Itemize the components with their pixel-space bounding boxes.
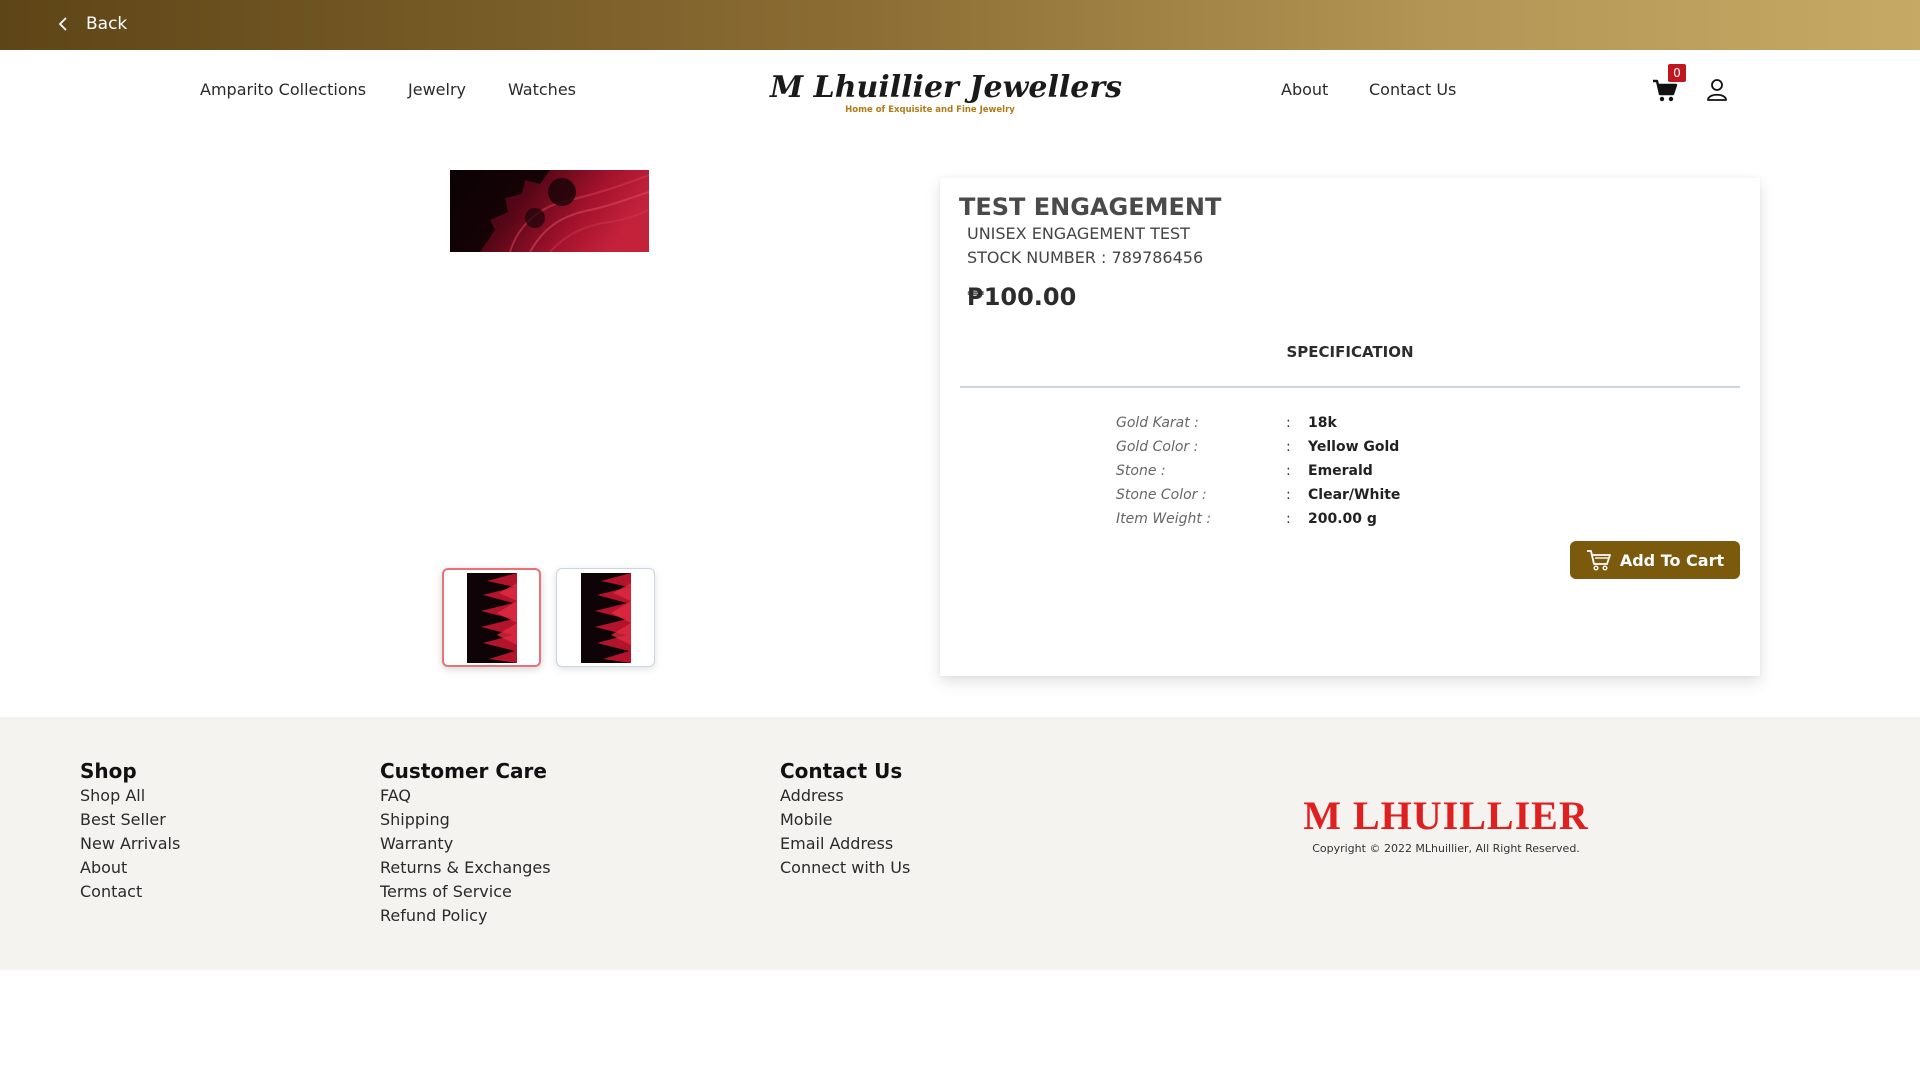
footer-link-connect[interactable]: Connect with Us <box>780 856 910 880</box>
footer-link-contact[interactable]: Contact <box>80 880 180 904</box>
spec-row-item-weight: Item Weight : : 200.00 g <box>1116 511 1377 527</box>
spec-value: Emerald <box>1308 463 1373 479</box>
spec-label: Gold Karat : <box>1116 415 1199 431</box>
nav-link-about[interactable]: About <box>1281 80 1328 99</box>
product-price: ₱100.00 <box>967 283 1077 311</box>
spec-row-gold-karat: Gold Karat : : 18k <box>1116 415 1337 431</box>
footer-link-refund[interactable]: Refund Policy <box>380 904 551 928</box>
footer-contact-column: Contact Us Address Mobile Email Address … <box>780 759 910 880</box>
footer-link-address[interactable]: Address <box>780 784 910 808</box>
footer-shop-column: Shop Shop All Best Seller New Arrivals A… <box>80 759 180 904</box>
footer-link-terms[interactable]: Terms of Service <box>380 880 551 904</box>
user-icon[interactable] <box>1706 78 1728 102</box>
footer-link-mobile[interactable]: Mobile <box>780 808 910 832</box>
footer-link-shop-all[interactable]: Shop All <box>80 784 180 808</box>
footer-brand: M LHUILLIER Copyright © 2022 MLhuillier,… <box>1290 793 1602 856</box>
spec-value: 18k <box>1308 415 1337 431</box>
product-detail-card: TEST ENGAGEMENT UNISEX ENGAGEMENT TEST S… <box>940 178 1760 676</box>
logo-name: M Lhuillier Jewellers <box>770 70 1123 105</box>
thumbnail-1[interactable] <box>442 568 541 667</box>
copyright-text: Copyright © 2022 MLhuillier, All Right R… <box>1312 842 1580 855</box>
footer-link-about[interactable]: About <box>80 856 180 880</box>
spec-value: 200.00 g <box>1308 511 1377 527</box>
footer-link-new-arrivals[interactable]: New Arrivals <box>80 832 180 856</box>
back-button[interactable]: Back <box>58 14 127 34</box>
spec-row-gold-color: Gold Color : : Yellow Gold <box>1116 439 1400 455</box>
site-logo[interactable]: M Lhuillier Jewellers Home of Exquisite … <box>770 70 1123 122</box>
footer-link-returns[interactable]: Returns & Exchanges <box>380 856 551 880</box>
spec-label: Stone : <box>1116 463 1166 479</box>
back-label: Back <box>86 14 128 34</box>
nav-link-jewelry[interactable]: Jewelry <box>408 80 466 99</box>
footer-care-column: Customer Care FAQ Shipping Warranty Retu… <box>380 759 551 928</box>
cart-icon <box>1586 550 1611 571</box>
footer-link-warranty[interactable]: Warranty <box>380 832 551 856</box>
add-to-cart-button[interactable]: Add To Cart <box>1570 541 1740 579</box>
spec-value: Clear/White <box>1308 487 1401 503</box>
spec-row-stone: Stone : : Emerald <box>1116 463 1373 479</box>
footer-link-shipping[interactable]: Shipping <box>380 808 551 832</box>
footer-brand-logo: M LHUILLIER <box>1303 793 1589 838</box>
spec-label: Item Weight : <box>1116 511 1212 527</box>
product-title: TEST ENGAGEMENT <box>959 193 1222 221</box>
footer-heading: Contact Us <box>780 759 903 783</box>
footer-link-faq[interactable]: FAQ <box>380 784 551 808</box>
nav-link-watches[interactable]: Watches <box>508 80 576 99</box>
spec-label: Gold Color : <box>1116 439 1199 455</box>
add-to-cart-label: Add To Cart <box>1619 550 1725 570</box>
thumbnail-2[interactable] <box>556 568 655 667</box>
specification-heading: SPECIFICATION <box>1286 343 1414 361</box>
footer: Shop Shop All Best Seller New Arrivals A… <box>0 717 1920 970</box>
nav-link-contact[interactable]: Contact Us <box>1369 80 1456 99</box>
footer-link-email[interactable]: Email Address <box>780 832 910 856</box>
chevron-left-icon <box>58 17 67 31</box>
product-main-image <box>450 170 649 252</box>
spec-row-stone-color: Stone Color : : Clear/White <box>1116 487 1401 503</box>
specification-divider <box>960 386 1740 388</box>
footer-heading: Customer Care <box>380 759 547 783</box>
top-bar: Back <box>0 0 1920 50</box>
spec-value: Yellow Gold <box>1308 439 1400 455</box>
cart-count-badge: 0 <box>1668 64 1686 82</box>
footer-link-best-seller[interactable]: Best Seller <box>80 808 180 832</box>
footer-heading: Shop <box>80 759 137 783</box>
product-subtitle: UNISEX ENGAGEMENT TEST <box>967 224 1190 243</box>
logo-tagline: Home of Exquisite and Fine Jewelry <box>845 105 1015 115</box>
nav-link-amparito[interactable]: Amparito Collections <box>200 80 366 99</box>
spec-label: Stone Color : <box>1116 487 1207 503</box>
product-stock-number: STOCK NUMBER : 789786456 <box>967 248 1204 267</box>
